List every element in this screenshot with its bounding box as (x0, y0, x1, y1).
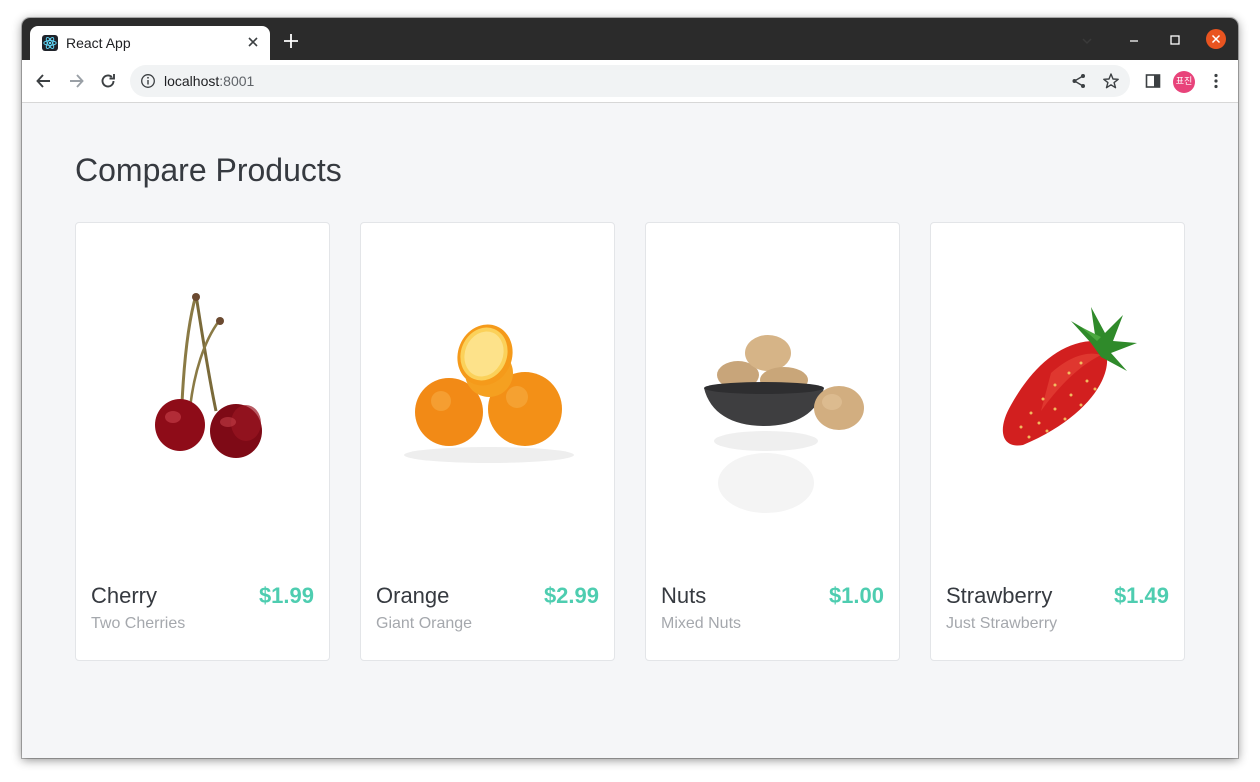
product-card-orange[interactable]: Orange $2.99 Giant Orange (360, 222, 615, 661)
browser-toolbar: localhost:8001 표진 (22, 60, 1238, 103)
product-price: $2.99 (543, 583, 599, 608)
profile-avatar[interactable]: 표진 (1173, 71, 1195, 93)
react-logo-icon (42, 35, 58, 51)
bookmark-star-icon[interactable] (1102, 72, 1120, 90)
reload-icon[interactable] (98, 71, 118, 91)
url-port: :8001 (219, 73, 255, 89)
nuts-image (704, 335, 864, 513)
back-arrow-icon[interactable] (34, 71, 54, 91)
cherry-image (155, 293, 262, 458)
side-panel-icon[interactable] (1144, 72, 1162, 90)
product-card-cherry[interactable]: Cherry $1.99 Two Cherries (75, 222, 330, 661)
url-text: localhost:8001 (164, 73, 254, 89)
strawberry-image (1002, 307, 1137, 446)
new-tab-icon[interactable] (282, 32, 300, 50)
forward-arrow-icon[interactable] (66, 71, 86, 91)
browser-tab[interactable]: React App (30, 26, 270, 60)
title-bar: React App (22, 18, 1238, 60)
page-title: Compare Products (75, 152, 342, 188)
product-price: $1.99 (258, 583, 314, 608)
maximize-icon[interactable] (1167, 32, 1183, 48)
window-close-button[interactable] (1206, 29, 1226, 49)
product-description: Mixed Nuts (661, 615, 742, 632)
close-icon (1211, 34, 1221, 44)
product-description: Just Strawberry (946, 615, 1058, 632)
product-name: Orange (376, 583, 450, 608)
orange-image (404, 324, 574, 463)
info-icon[interactable] (140, 73, 156, 89)
product-card-nuts[interactable]: Nuts $1.00 Mixed Nuts (645, 222, 900, 661)
product-description: Two Cherries (91, 615, 186, 632)
share-icon[interactable] (1070, 72, 1088, 90)
product-name: Nuts (661, 583, 707, 608)
minimize-icon[interactable] (1126, 32, 1142, 48)
browser-window: React App localhost:8001 표진 Compare Prod… (22, 18, 1238, 758)
chevron-down-icon[interactable] (1080, 34, 1094, 48)
url-host: localhost (164, 73, 220, 89)
product-name: Cherry (91, 583, 158, 608)
page-content: Compare Products Cherry $1.99 Two Cherri… (22, 103, 1238, 758)
close-tab-icon[interactable] (244, 33, 262, 51)
product-card-strawberry[interactable]: Strawberry $1.49 Just Strawberry (930, 222, 1185, 661)
tab-title: React App (66, 35, 131, 51)
product-name: Strawberry (946, 583, 1053, 608)
product-price: $1.49 (1113, 583, 1169, 608)
product-price: $1.00 (828, 583, 884, 608)
product-description: Giant Orange (376, 615, 473, 632)
address-bar[interactable]: localhost:8001 (130, 65, 1130, 97)
more-menu-icon[interactable] (1207, 72, 1225, 90)
